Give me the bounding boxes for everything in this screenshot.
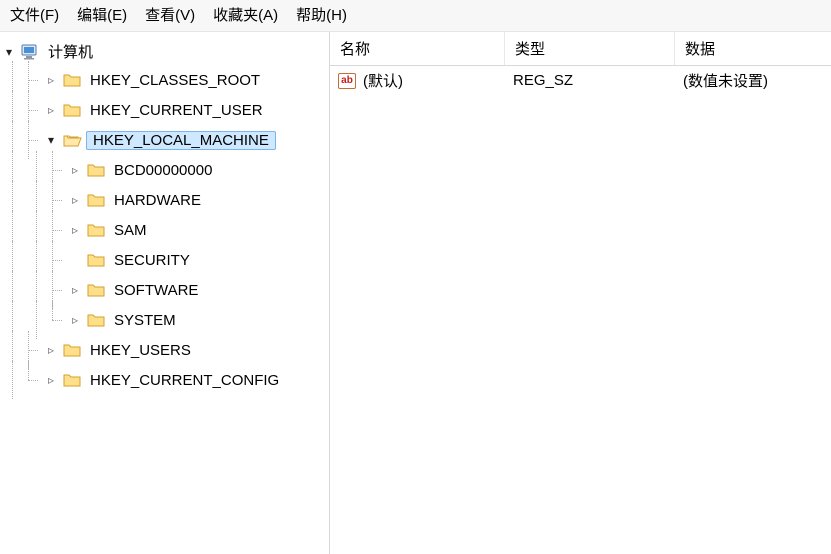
expander-icon[interactable]: ▹: [44, 73, 58, 87]
expander-icon[interactable]: ▹: [44, 373, 58, 387]
column-header-type[interactable]: 类型: [505, 32, 675, 65]
tree-hkey-classes-root[interactable]: ▹ HKEY_CLASSES_ROOT: [2, 65, 327, 95]
menu-favorites[interactable]: 收藏夹(A): [213, 4, 278, 25]
tree-item-label: BCD00000000: [110, 161, 216, 180]
tree-hklm-hardware[interactable]: ▹ HARDWARE: [2, 185, 327, 215]
tree-hklm-security[interactable]: ▹ SECURITY: [2, 245, 327, 275]
folder-icon: [86, 251, 106, 269]
tree-hklm-software[interactable]: ▹ SOFTWARE: [2, 275, 327, 305]
tree-item-label: HKEY_CURRENT_CONFIG: [86, 371, 283, 390]
values-panel: 名称 类型 数据 ab (默认) REG_SZ (数值未设置): [330, 32, 831, 554]
computer-icon: [20, 43, 40, 61]
value-name: (默认): [363, 70, 403, 91]
tree-hklm-bcd[interactable]: ▹ BCD00000000: [2, 155, 327, 185]
tree-item-label: SOFTWARE: [110, 281, 202, 300]
expander-icon[interactable]: ▹: [68, 313, 82, 327]
tree-root-computer[interactable]: ▾ 计算机: [2, 38, 327, 65]
menu-file[interactable]: 文件(F): [10, 4, 59, 25]
main-area: ▾ 计算机: [0, 32, 831, 554]
tree-hkey-users[interactable]: ▹ HKEY_USERS: [2, 335, 327, 365]
folder-icon: [62, 101, 82, 119]
expander-open-icon[interactable]: ▾: [2, 45, 16, 59]
value-data: (数值未设置): [675, 70, 831, 91]
expander-open-icon[interactable]: ▾: [44, 133, 58, 147]
expander-icon[interactable]: ▹: [68, 283, 82, 297]
folder-icon: [86, 311, 106, 329]
tree-item-label: HARDWARE: [110, 191, 205, 210]
column-header-data[interactable]: 数据: [675, 32, 831, 65]
value-type: REG_SZ: [505, 72, 675, 89]
list-body[interactable]: ab (默认) REG_SZ (数值未设置): [330, 66, 831, 554]
expander-icon[interactable]: ▹: [44, 343, 58, 357]
menu-help[interactable]: 帮助(H): [296, 4, 347, 25]
tree-hklm-sam[interactable]: ▹ SAM: [2, 215, 327, 245]
string-value-icon: ab: [338, 73, 356, 89]
folder-icon: [62, 371, 82, 389]
folder-open-icon: [62, 131, 82, 149]
column-header-name[interactable]: 名称: [330, 32, 505, 65]
folder-icon: [86, 161, 106, 179]
tree-hkey-current-config[interactable]: ▹ HKEY_CURRENT_CONFIG: [2, 365, 327, 395]
expander-icon[interactable]: ▹: [68, 193, 82, 207]
folder-icon: [62, 71, 82, 89]
expander-icon[interactable]: ▹: [44, 103, 58, 117]
tree-item-label: SYSTEM: [110, 311, 180, 330]
menu-view[interactable]: 查看(V): [145, 4, 195, 25]
tree-item-label: SECURITY: [110, 251, 194, 270]
tree-hkey-local-machine[interactable]: ▾ HKEY_LOCAL_MACHINE: [2, 125, 327, 155]
menu-edit[interactable]: 编辑(E): [77, 4, 127, 25]
folder-icon: [86, 191, 106, 209]
folder-icon: [62, 341, 82, 359]
tree-item-label: HKEY_CURRENT_USER: [86, 101, 267, 120]
menubar: 文件(F) 编辑(E) 查看(V) 收藏夹(A) 帮助(H): [0, 0, 831, 32]
tree-hkey-current-user[interactable]: ▹ HKEY_CURRENT_USER: [2, 95, 327, 125]
list-header: 名称 类型 数据: [330, 32, 831, 66]
list-row[interactable]: ab (默认) REG_SZ (数值未设置): [330, 66, 831, 95]
tree-item-label: HKEY_CLASSES_ROOT: [86, 71, 264, 90]
tree-item-label: HKEY_USERS: [86, 341, 195, 360]
tree-item-label: SAM: [110, 221, 151, 240]
tree-hklm-system[interactable]: ▹ SYSTEM: [2, 305, 327, 335]
tree-item-label: HKEY_LOCAL_MACHINE: [86, 131, 276, 150]
expander-icon[interactable]: ▹: [68, 163, 82, 177]
tree-root-label: 计算机: [44, 40, 97, 63]
folder-icon: [86, 281, 106, 299]
folder-icon: [86, 221, 106, 239]
tree-panel[interactable]: ▾ 计算机: [0, 32, 330, 554]
expander-icon[interactable]: ▹: [68, 223, 82, 237]
